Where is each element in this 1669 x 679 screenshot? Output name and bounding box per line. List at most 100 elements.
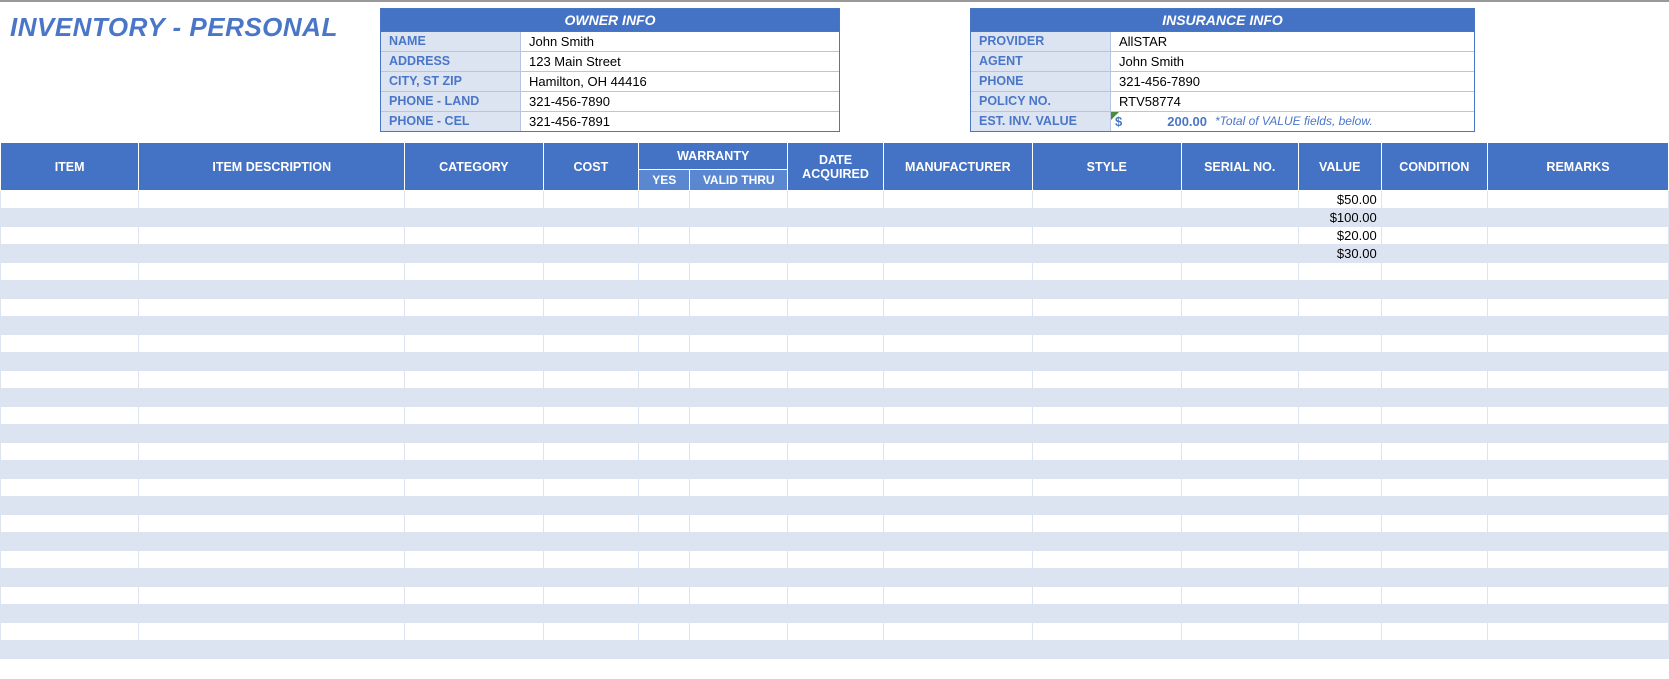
table-cell[interactable] bbox=[690, 641, 788, 659]
table-cell[interactable] bbox=[405, 407, 543, 425]
table-cell[interactable] bbox=[1488, 263, 1669, 281]
table-cell[interactable] bbox=[1298, 299, 1381, 317]
table-cell[interactable] bbox=[543, 497, 639, 515]
owner-info-value[interactable]: John Smith bbox=[521, 32, 839, 51]
table-cell[interactable] bbox=[543, 533, 639, 551]
table-cell[interactable] bbox=[139, 299, 405, 317]
table-cell[interactable] bbox=[788, 407, 884, 425]
table-cell[interactable] bbox=[1032, 515, 1181, 533]
table-cell[interactable] bbox=[543, 371, 639, 389]
table-cell[interactable] bbox=[1381, 533, 1487, 551]
table-row[interactable] bbox=[1, 623, 1669, 641]
table-cell[interactable] bbox=[690, 317, 788, 335]
table-cell[interactable] bbox=[1181, 335, 1298, 353]
table-cell[interactable] bbox=[1381, 245, 1487, 263]
table-cell[interactable] bbox=[1381, 425, 1487, 443]
table-cell[interactable] bbox=[405, 551, 543, 569]
table-cell[interactable] bbox=[1298, 569, 1381, 587]
table-cell[interactable] bbox=[543, 245, 639, 263]
table-cell[interactable] bbox=[1298, 461, 1381, 479]
table-cell[interactable] bbox=[883, 443, 1032, 461]
col-warranty[interactable]: WARRANTY bbox=[639, 143, 788, 170]
table-cell[interactable] bbox=[405, 425, 543, 443]
table-cell[interactable] bbox=[788, 353, 884, 371]
table-cell[interactable] bbox=[639, 335, 690, 353]
table-row[interactable] bbox=[1, 641, 1669, 659]
table-cell[interactable] bbox=[405, 209, 543, 227]
table-cell[interactable] bbox=[1381, 209, 1487, 227]
table-cell[interactable] bbox=[1181, 389, 1298, 407]
table-cell[interactable] bbox=[1488, 569, 1669, 587]
table-cell[interactable] bbox=[639, 299, 690, 317]
table-cell[interactable] bbox=[1181, 515, 1298, 533]
table-cell[interactable] bbox=[139, 623, 405, 641]
table-cell[interactable] bbox=[788, 263, 884, 281]
table-cell[interactable] bbox=[1381, 281, 1487, 299]
table-cell[interactable] bbox=[639, 191, 690, 209]
table-cell[interactable] bbox=[543, 317, 639, 335]
table-cell[interactable] bbox=[1, 569, 139, 587]
table-cell[interactable] bbox=[543, 623, 639, 641]
table-cell[interactable] bbox=[1, 209, 139, 227]
table-cell[interactable] bbox=[1488, 461, 1669, 479]
table-cell[interactable] bbox=[690, 551, 788, 569]
table-cell[interactable] bbox=[1181, 425, 1298, 443]
table-cell[interactable] bbox=[1032, 569, 1181, 587]
table-cell[interactable] bbox=[639, 461, 690, 479]
table-cell[interactable] bbox=[883, 641, 1032, 659]
table-row[interactable] bbox=[1, 281, 1669, 299]
table-cell[interactable] bbox=[543, 191, 639, 209]
table-cell[interactable] bbox=[1298, 353, 1381, 371]
table-cell[interactable] bbox=[139, 353, 405, 371]
table-cell[interactable] bbox=[1181, 641, 1298, 659]
table-cell[interactable] bbox=[1381, 227, 1487, 245]
table-row[interactable] bbox=[1, 479, 1669, 497]
table-cell[interactable] bbox=[1298, 641, 1381, 659]
col-manufacturer[interactable]: MANUFACTURER bbox=[883, 143, 1032, 191]
table-cell[interactable] bbox=[1488, 371, 1669, 389]
table-cell[interactable] bbox=[690, 353, 788, 371]
table-cell[interactable]: $30.00 bbox=[1298, 245, 1381, 263]
table-cell[interactable] bbox=[139, 335, 405, 353]
table-cell[interactable] bbox=[1488, 533, 1669, 551]
col-item[interactable]: ITEM bbox=[1, 143, 139, 191]
table-cell[interactable] bbox=[543, 461, 639, 479]
insurance-info-value[interactable]: AllSTAR bbox=[1111, 32, 1474, 51]
table-cell[interactable] bbox=[690, 245, 788, 263]
table-cell[interactable] bbox=[1298, 623, 1381, 641]
table-cell[interactable] bbox=[1032, 263, 1181, 281]
table-cell[interactable] bbox=[1032, 551, 1181, 569]
table-cell[interactable] bbox=[788, 515, 884, 533]
table-cell[interactable] bbox=[1298, 497, 1381, 515]
table-cell[interactable] bbox=[883, 299, 1032, 317]
table-cell[interactable] bbox=[543, 479, 639, 497]
table-cell[interactable] bbox=[1181, 407, 1298, 425]
table-cell[interactable] bbox=[1381, 191, 1487, 209]
table-cell[interactable] bbox=[543, 389, 639, 407]
table-cell[interactable] bbox=[405, 389, 543, 407]
table-cell[interactable] bbox=[1381, 335, 1487, 353]
table-cell[interactable] bbox=[1298, 317, 1381, 335]
table-cell[interactable] bbox=[1032, 227, 1181, 245]
col-serial-no[interactable]: SERIAL NO. bbox=[1181, 143, 1298, 191]
table-cell[interactable] bbox=[690, 281, 788, 299]
table-cell[interactable] bbox=[788, 497, 884, 515]
table-cell[interactable] bbox=[1, 443, 139, 461]
table-cell[interactable] bbox=[1, 227, 139, 245]
table-cell[interactable] bbox=[1181, 371, 1298, 389]
table-cell[interactable] bbox=[1, 425, 139, 443]
table-cell[interactable] bbox=[1181, 551, 1298, 569]
table-cell[interactable] bbox=[690, 407, 788, 425]
table-cell[interactable] bbox=[543, 569, 639, 587]
table-cell[interactable] bbox=[1298, 551, 1381, 569]
table-cell[interactable] bbox=[788, 569, 884, 587]
table-cell[interactable] bbox=[1381, 443, 1487, 461]
table-cell[interactable] bbox=[883, 353, 1032, 371]
table-cell[interactable] bbox=[543, 335, 639, 353]
table-cell[interactable] bbox=[1381, 623, 1487, 641]
table-row[interactable] bbox=[1, 335, 1669, 353]
table-cell[interactable] bbox=[639, 443, 690, 461]
table-cell[interactable] bbox=[1, 497, 139, 515]
table-cell[interactable] bbox=[1032, 497, 1181, 515]
table-cell[interactable] bbox=[883, 389, 1032, 407]
